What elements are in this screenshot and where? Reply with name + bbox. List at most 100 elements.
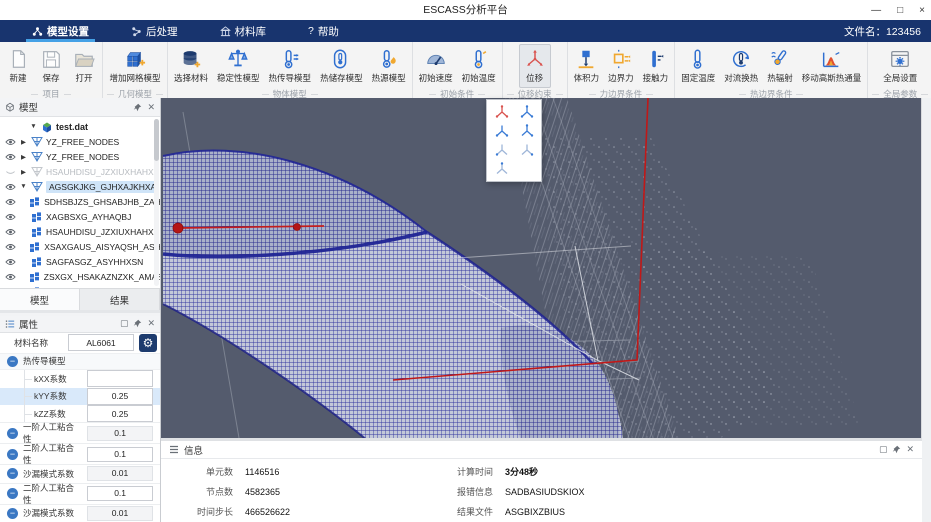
boundary-force-button[interactable]: 边界力 [604,44,638,88]
moving-gauss-heat-flux-button[interactable]: 移动高斯热通量 [798,44,866,88]
tree-root[interactable]: ▼ test.dat [0,119,160,134]
collapse-arrow-icon[interactable]: ▼ [30,123,37,130]
kzz-input[interactable] [87,405,153,422]
thermal-radiation-button[interactable]: 热辐射 [763,44,797,88]
pin-icon[interactable] [892,445,901,454]
float-panel-icon[interactable]: ▢ [879,444,888,455]
tree-item[interactable]: ZSXGX_HSAKAZNZXK_AMASX [0,269,160,284]
collapse-arrow-icon[interactable]: ▼ [20,183,27,190]
initial-temperature-button[interactable]: 初始温度 [458,44,500,88]
open-button[interactable]: 打开 [68,44,100,88]
kxx-row[interactable]: kXX系数 [0,370,160,387]
new-button[interactable]: 新建 [2,44,34,88]
collapse-minus-icon[interactable]: − [7,468,18,479]
stability-model-button[interactable]: 稳定性模型 [213,44,264,88]
conduction-group-row[interactable]: − 热传导模型 [0,354,160,371]
property-row[interactable]: − 二阶人工粘合性 0.1 [0,443,160,464]
collapse-minus-icon[interactable]: − [7,508,18,519]
tree-item[interactable]: ▶ YZ_FREE_NODES [0,149,160,164]
displacement-variant-5-icon[interactable] [493,142,511,158]
body-force-button[interactable]: 体积力 [570,44,604,88]
material-name-input[interactable] [68,334,134,351]
visibility-eye-icon[interactable] [4,138,17,146]
property-row[interactable]: − 沙漏模式系数 0.01 [0,504,160,522]
float-panel-icon[interactable]: ▢ [120,318,129,329]
collapse-minus-icon[interactable]: − [7,449,18,460]
visibility-eye-icon[interactable] [4,213,17,221]
initial-velocity-button[interactable]: 初始速度 [415,44,457,88]
collapse-minus-icon[interactable]: − [7,428,18,439]
displacement-variant-3-icon[interactable] [493,123,511,139]
material-settings-button[interactable]: ⚙ [139,334,157,352]
property-row[interactable]: − 沙漏模式系数 0.01 [0,464,160,482]
displacement-variant-4-icon[interactable] [518,123,536,139]
kzz-row[interactable]: kZZ系数 [0,405,160,422]
select-material-button[interactable]: 选择材料 [170,44,212,88]
tree-scrollbar[interactable] [154,119,159,286]
visibility-eye-icon[interactable] [4,273,16,281]
property-value[interactable]: 0.1 [87,426,153,441]
collapse-minus-icon[interactable]: − [7,356,18,367]
global-settings-button[interactable]: 全局设置 [879,44,921,88]
property-value[interactable]: 0.01 [87,466,153,481]
tree-item[interactable]: XSAXGAUS_AISYAQSH_ASHX [0,239,160,254]
tree-item[interactable]: HSAUHDISU_JZXIUXHAHX [0,224,160,239]
property-value[interactable]: 0.1 [87,486,153,501]
expand-arrow-icon[interactable]: ▶ [20,153,27,161]
tree-item[interactable]: SDHSBJZS_GHSABJHB_ZAHU [0,194,160,209]
menu-item-material-library[interactable]: 材料库 [210,20,277,42]
tree-item[interactable]: ▶ YZ_FREE_NODES [0,134,160,149]
heat-storage-model-button[interactable]: 热储存模型 [316,44,367,88]
close-panel-icon[interactable]: ✕ [906,444,914,455]
tree-item-hidden[interactable]: ▶ HSAUHDISU_JZXIUXHAHX [0,164,160,179]
visibility-eye-icon[interactable] [4,258,17,266]
expand-arrow-icon[interactable]: ▶ [20,168,27,176]
tree-item-selected[interactable]: ▼ AGSGKJKG_GJHXAJKHXA [0,179,160,194]
add-mesh-model-button[interactable]: 增加网格模型 [106,44,165,88]
fixed-temperature-button[interactable]: 固定温度 [677,44,719,88]
visibility-eye-icon[interactable] [4,243,16,251]
close-panel-icon[interactable]: ✕ [147,102,155,113]
convection-button[interactable]: 对流换热 [720,44,762,88]
visibility-off-icon[interactable] [4,168,17,176]
displacement-xyz-red-icon[interactable] [493,104,511,120]
visibility-eye-icon[interactable] [4,288,16,289]
heat-source-model-button[interactable]: 热源模型 [368,44,410,88]
property-value[interactable]: 0.1 [87,447,153,462]
menu-item-model-setup[interactable]: 模型设置 [22,20,99,42]
heat-conduction-model-button[interactable]: 热传导模型 [265,44,316,88]
property-row[interactable]: − 二阶人工粘合性 0.1 [0,483,160,504]
menu-item-post-processing[interactable]: 后处理 [121,20,188,42]
close-button[interactable]: × [919,5,925,16]
save-button[interactable]: 保存 [35,44,67,88]
displacement-button[interactable]: 位移 [519,44,551,88]
pin-icon[interactable] [133,319,142,328]
tree-item[interactable]: XAGBSXG_AYHAQBJ [0,209,160,224]
visibility-eye-icon[interactable] [4,183,17,191]
result-file-label: 结果文件 [425,505,505,518]
tab-model[interactable]: 模型 [0,289,80,310]
collapse-minus-icon[interactable]: − [7,488,18,499]
pin-icon[interactable] [133,103,142,112]
new-file-icon [6,47,30,70]
minimize-button[interactable]: — [871,5,881,16]
displacement-variant-6-icon[interactable] [518,142,536,158]
visibility-eye-icon[interactable] [4,228,17,236]
displacement-xyz-blue-icon[interactable] [518,104,536,120]
kyy-input[interactable] [87,388,153,405]
tree-item[interactable]: SDHSBJZS_GHSABJHB_ZAHU [0,284,160,288]
property-value[interactable]: 0.01 [87,506,153,521]
visibility-eye-icon[interactable] [4,198,16,206]
kxx-input[interactable] [87,370,153,387]
property-row[interactable]: − 一阶人工粘合性 0.1 [0,422,160,443]
menu-item-help[interactable]: ? 帮助 [298,20,349,42]
tab-results[interactable]: 结果 [80,289,160,310]
tree-item[interactable]: SAGFASGZ_ASYHHXSN [0,254,160,269]
visibility-eye-icon[interactable] [4,153,17,161]
restore-button[interactable]: □ [897,5,903,16]
kyy-row[interactable]: kYY系数 [0,388,160,405]
expand-arrow-icon[interactable]: ▶ [20,138,27,146]
displacement-variant-7-icon[interactable] [493,161,511,177]
close-panel-icon[interactable]: ✕ [147,318,155,329]
contact-force-button[interactable]: 接触力 [639,44,673,88]
